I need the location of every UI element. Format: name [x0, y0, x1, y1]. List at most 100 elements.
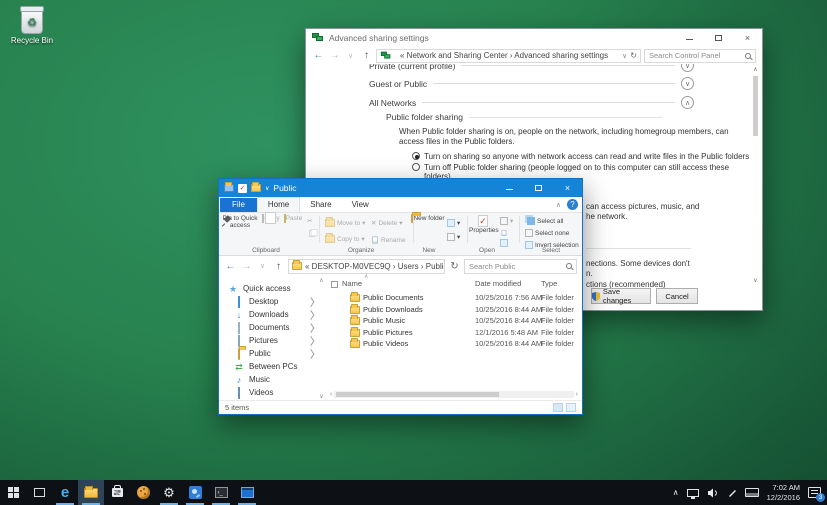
taskbar-store[interactable]	[104, 480, 130, 505]
rename-button[interactable]: Rename	[371, 235, 406, 245]
new-folder-button[interactable]: New folder	[411, 215, 445, 222]
breadcrumb-dropdown-icon[interactable]: ∨	[622, 52, 627, 60]
taskbar-settings[interactable]: ⚙	[156, 480, 182, 505]
cp-scroll-thumb[interactable]	[753, 76, 758, 136]
nav-between-pcs[interactable]: ⇄ Between PCs	[219, 360, 326, 373]
back-icon[interactable]: ←	[224, 261, 237, 272]
copy-button[interactable]: Copy	[260, 215, 282, 222]
scroll-right-icon[interactable]: ›	[576, 391, 578, 398]
volume-icon[interactable]	[707, 488, 719, 498]
back-icon[interactable]: ←	[312, 50, 325, 61]
open-button[interactable]: ▾	[500, 217, 513, 225]
cp-maximize-button[interactable]	[704, 29, 733, 47]
delete-button[interactable]: ✕ Delete▾	[371, 219, 403, 227]
select-none-button[interactable]: Select none	[525, 229, 569, 237]
ex-minimize-button[interactable]	[495, 179, 524, 197]
new-item-button[interactable]: ▾	[447, 219, 460, 227]
large-icons-view-button[interactable]	[566, 403, 576, 412]
tab-file[interactable]: File	[220, 198, 257, 212]
forward-icon[interactable]: →	[240, 261, 253, 272]
recycle-bin[interactable]: ♻ Recycle Bin	[8, 8, 56, 45]
file-name[interactable]: Public Music	[363, 316, 405, 325]
taskbar-clock[interactable]: 7:02 AM 12/2/2016	[767, 483, 800, 502]
qat-new-folder-icon[interactable]	[251, 184, 261, 192]
tab-home[interactable]: Home	[257, 197, 300, 212]
ex-breadcrumb-path[interactable]: « DESKTOP-M0VEC9Q › Users › Public	[305, 262, 445, 271]
cp-breadcrumb[interactable]: « Network and Sharing Center › Advanced …	[376, 49, 641, 63]
radio-turn-off-sharing[interactable]: Turn off Public folder sharing (people l…	[412, 163, 729, 172]
qat-customize-icon[interactable]: ∨	[265, 185, 269, 192]
ex-maximize-button[interactable]	[524, 179, 553, 197]
minimize-ribbon-icon[interactable]: ∧	[556, 201, 561, 209]
cancel-button[interactable]: Cancel	[656, 288, 698, 304]
select-checkbox[interactable]	[331, 281, 338, 288]
file-row[interactable]: Public Downloads 10/25/2016 8:44 AM File…	[326, 305, 582, 316]
recent-pages-icon[interactable]: ∨	[256, 262, 269, 270]
explorer-app-icon[interactable]	[224, 184, 234, 192]
nav-videos[interactable]: Videos	[219, 386, 326, 399]
scroll-down-icon[interactable]: ∨	[751, 277, 760, 284]
cp-titlebar[interactable]: Advanced sharing settings ×	[306, 29, 762, 47]
copy-path-button[interactable]	[307, 228, 317, 239]
file-name[interactable]: Public Downloads	[363, 305, 423, 314]
task-view-button[interactable]	[26, 480, 52, 505]
qat-properties-icon[interactable]: ✓	[238, 184, 247, 193]
scroll-left-icon[interactable]: ‹	[330, 391, 332, 398]
cp-vertical-scrollbar[interactable]: ∧ ∨	[751, 66, 760, 284]
horizontal-scrollbar[interactable]: ‹ ›	[330, 390, 578, 398]
radio-turn-on-sharing[interactable]: Turn on sharing so anyone with network a…	[412, 152, 749, 161]
nav-scrollbar[interactable]: ∧ ∨	[317, 277, 326, 400]
up-icon[interactable]: ↑	[272, 261, 285, 272]
file-name[interactable]: Public Pictures	[363, 328, 413, 337]
up-icon[interactable]: ↑	[360, 50, 373, 61]
taskbar-command-prompt[interactable]: ›_	[208, 480, 234, 505]
cp-search-box[interactable]: Search Control Panel	[644, 49, 756, 63]
start-button[interactable]	[0, 480, 26, 505]
file-row[interactable]: Public Videos 10/25/2016 8:44 AM File fo…	[326, 339, 582, 350]
ex-breadcrumb[interactable]: « DESKTOP-M0VEC9Q › Users › Public ∨	[288, 259, 445, 274]
cp-minimize-button[interactable]	[675, 29, 704, 47]
file-name[interactable]: Public Videos	[363, 339, 408, 348]
chevron-up-icon[interactable]: ∧	[681, 96, 694, 109]
file-name[interactable]: Public Documents	[363, 293, 423, 302]
copy-to-button[interactable]: Copy to▾	[325, 235, 365, 243]
taskbar-blue-app[interactable]	[182, 480, 208, 505]
nav-pictures[interactable]: Pictures	[219, 334, 326, 347]
paste-button[interactable]: Paste	[282, 215, 304, 222]
nav-music[interactable]: ♪ Music	[219, 373, 326, 386]
save-changes-button[interactable]: Save changes	[591, 288, 651, 304]
ex-close-button[interactable]: ×	[553, 179, 582, 197]
ex-search-box[interactable]: Search Public	[464, 259, 577, 274]
cut-button[interactable]: ✂	[307, 217, 312, 225]
show-hidden-icons[interactable]: ∧	[673, 488, 679, 497]
nav-downloads[interactable]: ↓ Downloads	[219, 308, 326, 321]
details-view-button[interactable]	[553, 403, 563, 412]
help-icon[interactable]: ?	[567, 199, 578, 210]
scroll-up-icon[interactable]: ∧	[751, 66, 760, 73]
action-center-button[interactable]: 3	[808, 487, 821, 498]
scroll-down-icon[interactable]: ∨	[317, 393, 326, 400]
section-guest-public[interactable]: Guest or Public ∨	[369, 77, 694, 90]
section-private[interactable]: Private (current profile) ∨	[369, 64, 694, 72]
pen-icon[interactable]	[727, 488, 737, 498]
column-date-modified[interactable]: Date modified	[475, 279, 521, 288]
network-icon[interactable]	[687, 489, 699, 497]
recent-pages-icon[interactable]: ∨	[344, 52, 357, 60]
taskbar-file-explorer[interactable]	[78, 480, 104, 505]
easy-access-button[interactable]: ▾	[447, 233, 460, 241]
select-all-button[interactable]: Select all	[525, 217, 563, 225]
chevron-down-icon[interactable]: ∨	[681, 77, 694, 90]
forward-icon[interactable]: →	[328, 50, 341, 61]
scroll-up-icon[interactable]: ∧	[317, 277, 326, 284]
cp-breadcrumb-path[interactable]: « Network and Sharing Center › Advanced …	[400, 51, 608, 60]
pin-to-quick-access-button[interactable]: Pin to Quick access	[221, 215, 259, 229]
refresh-icon[interactable]: ↻	[448, 261, 461, 272]
column-name[interactable]: Name	[342, 279, 362, 288]
file-row[interactable]: Public Pictures 12/1/2016 5:48 AM File f…	[326, 328, 582, 339]
taskbar-cookie-app[interactable]	[130, 480, 156, 505]
refresh-icon[interactable]: ↻	[630, 51, 637, 60]
nav-quick-access[interactable]: ★ Quick access	[219, 282, 326, 295]
column-type[interactable]: Type	[541, 279, 557, 288]
chevron-down-icon[interactable]: ∨	[681, 64, 694, 72]
move-to-button[interactable]: Move to▾	[325, 219, 365, 227]
